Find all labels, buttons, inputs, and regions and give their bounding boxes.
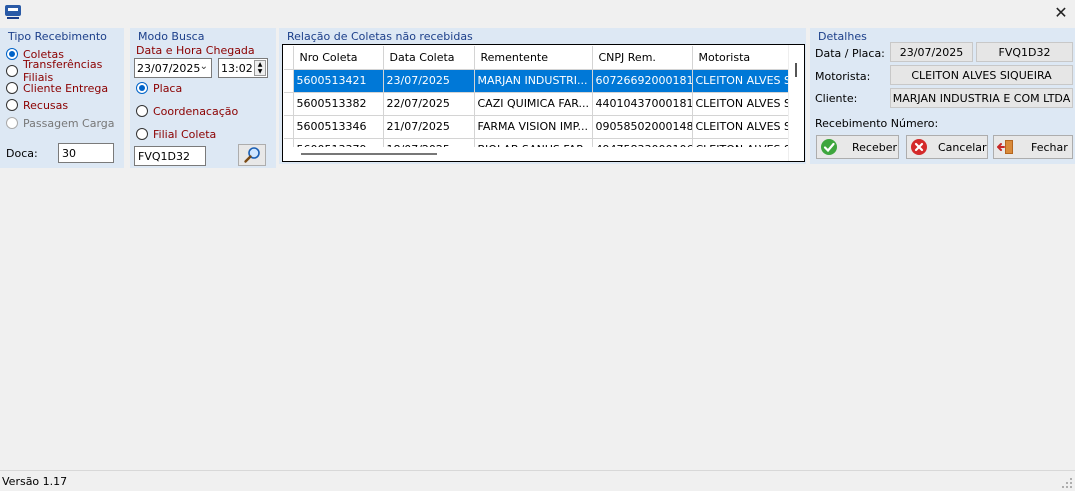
status-bar: Versão 1.17 — [0, 470, 1075, 491]
receber-button[interactable]: Receber — [816, 135, 899, 159]
radio-passagem-carga: Passagem Carga — [6, 115, 115, 131]
radio-button[interactable] — [6, 99, 18, 111]
cell-motorista[interactable]: CLEITON ALVES S — [692, 115, 789, 139]
version-label: Versão 1.17 — [2, 475, 68, 488]
radio-label: Cliente Entrega — [23, 81, 109, 95]
cell-nro-coleta[interactable]: 5600513346 — [293, 115, 384, 139]
row-header-cell[interactable] — [284, 69, 294, 93]
recebimento-label: Recebimento Número: — [815, 117, 939, 130]
modo-busca-panel: Modo Busca Data e Hora Chegada Veíc. 23/… — [130, 28, 276, 168]
radio-button[interactable] — [6, 65, 18, 77]
cell-data-coleta[interactable]: 21/07/2025 — [383, 115, 475, 139]
fechar-button[interactable]: Fechar — [993, 135, 1073, 159]
search-input[interactable]: FVQ1D32 — [134, 146, 206, 166]
radio-label: Coordenacação — [153, 104, 239, 118]
date-picker[interactable]: 23/07/2025 ⌄ — [134, 58, 212, 78]
spin-down-icon[interactable]: ▼ — [255, 68, 265, 75]
radio-cliente-entrega[interactable]: Cliente Entrega — [6, 80, 108, 96]
radio-placa[interactable]: Placa — [136, 80, 182, 96]
detalhes-title: Detalhes — [818, 30, 867, 43]
row-header-cell[interactable] — [284, 92, 294, 116]
cliente-label: Cliente: — [815, 92, 858, 105]
radio-button[interactable] — [136, 128, 148, 140]
table-row[interactable]: 5600513421 23/07/2025 MARJAN INDUSTRI...… — [284, 69, 789, 93]
placa-value-field: FVQ1D32 — [976, 42, 1073, 62]
spin-up-icon[interactable]: ▲ — [255, 61, 265, 68]
radio-button[interactable] — [136, 82, 148, 94]
row-header-cell[interactable] — [284, 115, 294, 139]
radio-button[interactable] — [136, 105, 148, 117]
cell-cnpj[interactable]: 09058502000148 — [592, 115, 693, 139]
cell-motorista[interactable]: CLEITON ALVES S — [692, 92, 789, 116]
date-value: 23/07/2025 — [137, 61, 201, 75]
radio-recusas[interactable]: Recusas — [6, 97, 68, 113]
horizontal-scrollbar[interactable] — [283, 147, 788, 161]
radio-button[interactable] — [6, 48, 18, 60]
scrollbar-thumb[interactable] — [795, 63, 797, 77]
exit-door-icon — [997, 140, 1013, 154]
scrollbar-thumb[interactable] — [301, 153, 437, 155]
column-header[interactable]: Nro Coleta — [293, 46, 384, 70]
row-header-cell — [284, 46, 294, 70]
close-button[interactable]: ✕ — [1047, 0, 1075, 24]
radio-label: Passagem Carga — [23, 116, 115, 130]
cell-cnpj[interactable]: 44010437000181 — [592, 92, 693, 116]
coletas-table: Nro Coleta Data Coleta Rementente CNPJ R… — [284, 46, 789, 161]
doca-label: Doca: — [6, 147, 38, 160]
time-picker[interactable]: 13:02 ▲ ▼ — [218, 58, 268, 78]
cancelar-label: Cancelar — [938, 140, 987, 154]
cliente-value-field: MARJAN INDUSTRIA E COM LTDA — [890, 88, 1073, 108]
search-icon — [244, 147, 260, 163]
cell-remetente[interactable]: CAZI QUIMICA FAR... — [474, 92, 593, 116]
radio-label: Filial Coleta — [153, 127, 217, 141]
fechar-label: Fechar — [1031, 140, 1068, 154]
close-icon: ✕ — [1054, 2, 1068, 22]
cell-data-coleta[interactable]: 22/07/2025 — [383, 92, 475, 116]
time-spinner[interactable]: ▲ ▼ — [254, 60, 266, 76]
motorista-value-field: CLEITON ALVES SIQUEIRA — [890, 65, 1073, 85]
radio-button[interactable] — [6, 82, 18, 94]
app-logo-icon — [5, 5, 21, 19]
cell-cnpj[interactable]: 60726692000181 — [592, 69, 693, 93]
receber-label: Receber — [852, 140, 898, 154]
column-header[interactable]: Motorista — [692, 46, 789, 70]
radio-button — [6, 117, 18, 129]
cancel-icon — [911, 139, 927, 155]
chevron-down-icon[interactable]: ⌄ — [200, 61, 208, 72]
column-header[interactable]: Rementente — [474, 46, 593, 70]
cell-nro-coleta[interactable]: 5600513421 — [293, 69, 384, 93]
title-bar: ✕ — [0, 0, 1075, 26]
data-placa-label: Data / Placa: — [815, 47, 885, 60]
cell-remetente[interactable]: MARJAN INDUSTRI... — [474, 69, 593, 93]
coletas-grid[interactable]: Nro Coleta Data Coleta Rementente CNPJ R… — [282, 44, 805, 162]
tipo-recebimento-title: Tipo Recebimento — [8, 30, 107, 43]
modo-busca-title: Modo Busca — [138, 30, 205, 43]
column-header[interactable]: Data Coleta — [383, 46, 475, 70]
cell-motorista[interactable]: CLEITON ALVES S — [692, 69, 789, 93]
check-icon — [821, 139, 837, 155]
coletas-title: Relação de Coletas não recebidas — [287, 30, 473, 43]
table-row[interactable]: 5600513346 21/07/2025 FARMA VISION IMP..… — [284, 115, 789, 139]
motorista-label: Motorista: — [815, 70, 871, 83]
cell-data-coleta[interactable]: 23/07/2025 — [383, 69, 475, 93]
table-header-row: Nro Coleta Data Coleta Rementente CNPJ R… — [284, 46, 789, 70]
cell-remetente[interactable]: FARMA VISION IMP... — [474, 115, 593, 139]
table-row[interactable]: 5600513382 22/07/2025 CAZI QUIMICA FAR..… — [284, 92, 789, 116]
radio-coordenacao[interactable]: Coordenacação — [136, 103, 238, 119]
radio-label: Placa — [153, 81, 183, 95]
data-value-field: 23/07/2025 — [890, 42, 973, 62]
search-button[interactable] — [238, 144, 266, 166]
tipo-recebimento-panel: Tipo Recebimento Coletas Transferências … — [0, 28, 124, 168]
radio-filial-coleta[interactable]: Filial Coleta — [136, 126, 216, 142]
radio-transferencias-filiais[interactable]: Transferências Filiais — [6, 58, 124, 84]
resize-grip-icon[interactable] — [1061, 477, 1073, 489]
time-value: 13:02 — [221, 61, 253, 75]
column-header[interactable]: CNPJ Rem. — [592, 46, 693, 70]
cancelar-button[interactable]: Cancelar — [906, 135, 988, 159]
vertical-scrollbar[interactable] — [788, 45, 804, 161]
cell-nro-coleta[interactable]: 5600513382 — [293, 92, 384, 116]
doca-input[interactable]: 30 — [58, 143, 114, 163]
radio-label: Recusas — [23, 98, 69, 112]
detalhes-panel: Detalhes Data / Placa: 23/07/2025 FVQ1D3… — [810, 28, 1075, 164]
